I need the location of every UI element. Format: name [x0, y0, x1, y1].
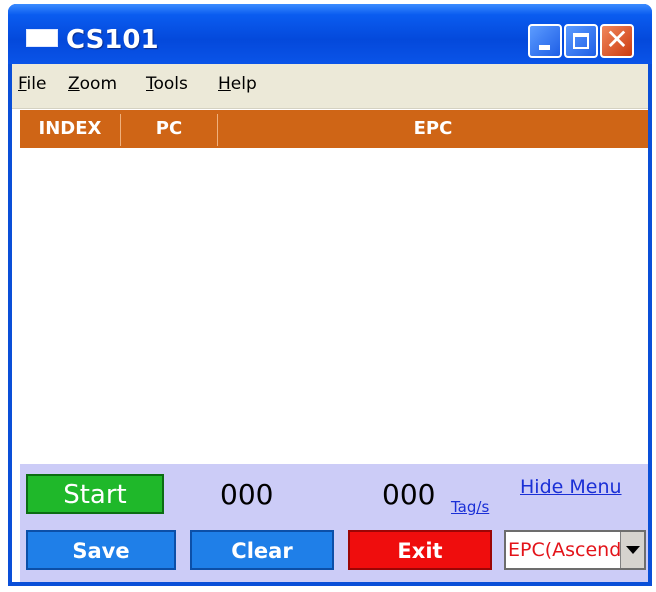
menu-file-label: ile	[26, 74, 47, 94]
chevron-down-icon	[626, 546, 640, 554]
menu-tools-label: ools	[153, 74, 188, 94]
client-area: File Zoom Tools Help INDEX PC EPC Start …	[12, 64, 648, 582]
start-button[interactable]: Start	[26, 474, 164, 514]
close-icon: ✕	[605, 23, 629, 56]
save-button[interactable]: Save	[26, 530, 176, 570]
minimize-button[interactable]	[528, 24, 562, 58]
maximize-icon	[573, 33, 589, 49]
title-bar[interactable]: CS101 ✕	[8, 4, 652, 64]
window-icon	[26, 29, 58, 47]
menu-file-accelerator: F	[18, 74, 27, 94]
column-header-index[interactable]: INDEX	[20, 110, 120, 148]
tag-count: 000	[220, 478, 274, 511]
exit-button[interactable]: Exit	[348, 530, 492, 570]
dropdown-button[interactable]	[620, 532, 644, 568]
close-button[interactable]: ✕	[600, 24, 634, 58]
clear-button[interactable]: Clear	[190, 530, 334, 570]
maximize-button[interactable]	[564, 24, 598, 58]
menu-bar: File Zoom Tools Help	[12, 64, 648, 109]
rate-unit-link[interactable]: Tag/s	[451, 498, 489, 516]
menu-tools-accelerator: T	[146, 74, 154, 94]
sort-order-select[interactable]: EPC(Ascending)	[504, 530, 646, 570]
menu-tools[interactable]: Tools	[146, 74, 188, 94]
table-header: INDEX PC EPC	[20, 110, 648, 148]
control-panel: Start 000 000 Tag/s Hide Menu Save Clear…	[20, 464, 648, 582]
app-window: CS101 ✕ File Zoom Tools Help INDEX PC EP…	[8, 4, 652, 586]
menu-help[interactable]: Help	[218, 74, 257, 94]
hide-menu-link[interactable]: Hide Menu	[520, 476, 622, 498]
read-rate: 000	[382, 478, 436, 511]
window-title: CS101	[66, 25, 159, 55]
menu-zoom-accelerator: Z	[68, 74, 80, 94]
menu-file[interactable]: File	[18, 74, 46, 94]
menu-help-label: elp	[230, 74, 257, 94]
column-header-pc[interactable]: PC	[121, 110, 217, 148]
sort-order-value: EPC(Ascending)	[508, 539, 620, 561]
menu-zoom[interactable]: Zoom	[68, 74, 117, 94]
column-header-epc[interactable]: EPC	[218, 110, 648, 148]
minimize-icon	[539, 45, 550, 50]
tag-list[interactable]	[20, 148, 648, 464]
menu-zoom-label: oom	[79, 74, 118, 94]
menu-help-accelerator: H	[218, 74, 231, 94]
